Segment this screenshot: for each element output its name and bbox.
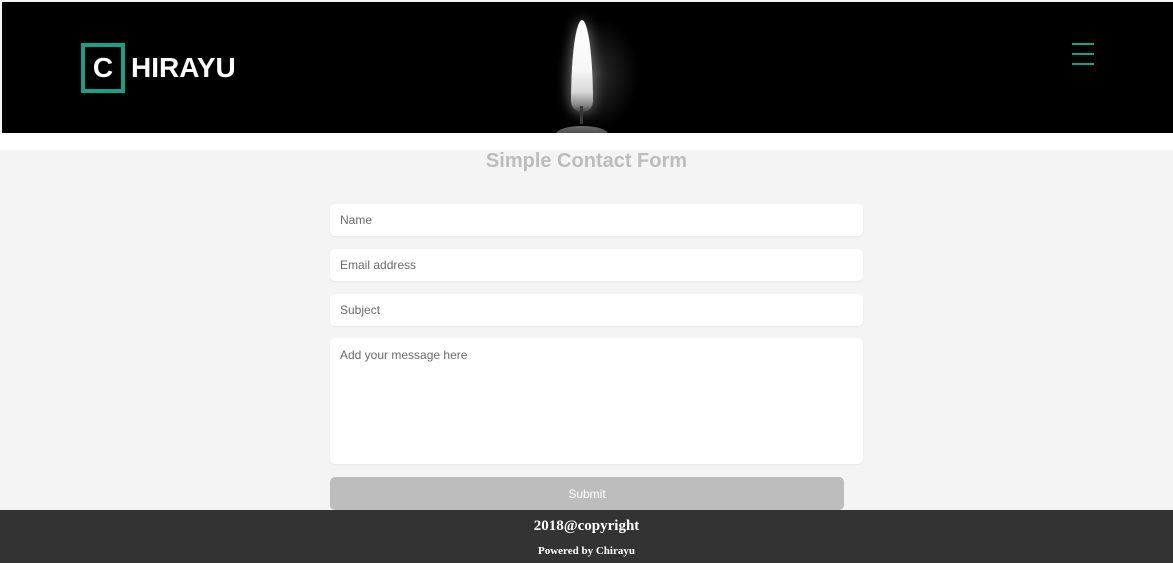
logo[interactable]: C HIRAYU — [81, 43, 236, 93]
form-title: Simple Contact Form — [485, 150, 688, 172]
candle-glow — [472, 2, 722, 133]
name-input[interactable] — [330, 204, 863, 236]
menu-bar-top — [1072, 43, 1094, 45]
page: C HIRAYU Simple Contact Form Submit 2018… — [0, 0, 1173, 563]
subject-input[interactable] — [330, 294, 863, 326]
message-textarea[interactable] — [330, 338, 863, 464]
email-input[interactable] — [330, 249, 863, 281]
menu-bar-bottom — [1072, 63, 1094, 65]
logo-letter: C — [92, 52, 114, 83]
submit-button[interactable]: Submit — [330, 477, 844, 510]
logo-text: HIRAYU — [131, 52, 236, 83]
footer: 2018@copyright Powered by Chirayu — [0, 510, 1173, 563]
header-divider-strip — [0, 133, 1173, 150]
candle-wick — [580, 106, 583, 124]
hamburger-menu-icon[interactable] — [1072, 43, 1094, 65]
footer-copyright: 2018@copyright — [533, 518, 640, 534]
footer-powered-by: Powered by Chirayu — [538, 545, 635, 557]
header-banner: C HIRAYU — [2, 2, 1173, 133]
menu-bar-middle — [1072, 53, 1094, 55]
logo-letter-box: C — [81, 43, 125, 93]
